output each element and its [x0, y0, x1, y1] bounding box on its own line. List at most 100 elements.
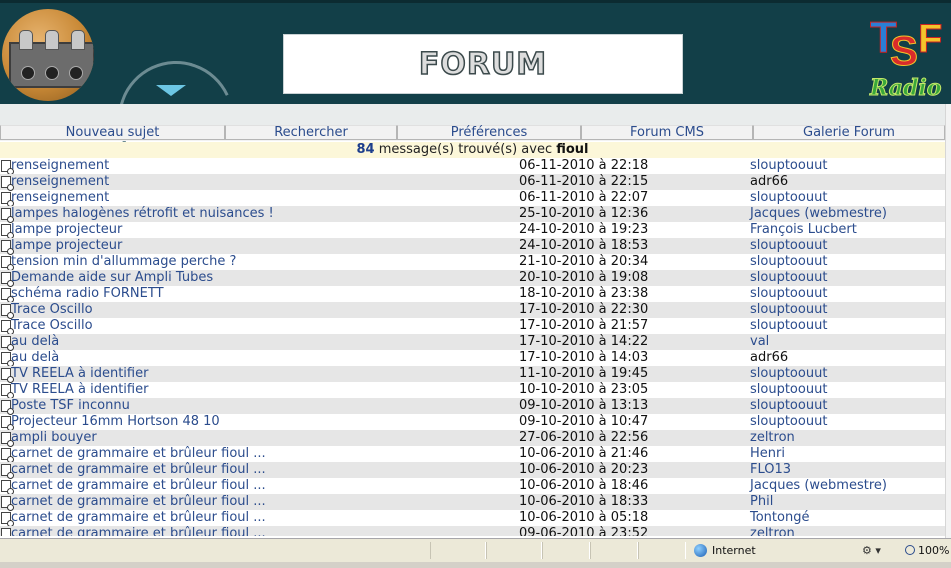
- topic-search-icon[interactable]: [1, 224, 14, 239]
- nav-forum-cms[interactable]: Forum CMS: [581, 125, 753, 140]
- table-row[interactable]: lampe projecteur 24-10-2010 à 18:53 sloupt…: [0, 238, 945, 255]
- post-author[interactable]: Henri: [750, 446, 785, 462]
- topic-search-icon[interactable]: [1, 240, 14, 255]
- topic-subject-link[interactable]: tension min d'allummage perche ?: [11, 254, 236, 270]
- topic-subject-link[interactable]: lampes halogènes rétrofit et nuisances !: [11, 206, 274, 222]
- table-row[interactable]: carnet de grammaire et brûleur fioul ...…: [0, 526, 945, 536]
- topic-search-icon[interactable]: [1, 208, 14, 223]
- post-author[interactable]: slouptoouut: [750, 318, 827, 334]
- topic-subject-link[interactable]: au delà: [11, 350, 59, 366]
- topic-search-icon[interactable]: [1, 384, 14, 399]
- topic-subject-link[interactable]: Demande aide sur Ampli Tubes: [11, 270, 213, 286]
- zoom-control[interactable]: 100%: [905, 542, 951, 559]
- topic-search-icon[interactable]: [1, 496, 14, 511]
- post-author[interactable]: slouptoouut: [750, 190, 827, 206]
- topic-search-icon[interactable]: [1, 400, 14, 415]
- table-row[interactable]: Trace Oscillo 17-10-2010 à 21:57 slouptoou…: [0, 318, 945, 335]
- table-row[interactable]: renseignement 06-11-2010 à 22:15 adr66: [0, 174, 945, 191]
- post-author[interactable]: zeltron: [750, 430, 795, 446]
- table-row[interactable]: TV REELA à identifier 10-10-2010 à 23:05 s…: [0, 382, 945, 399]
- topic-search-icon[interactable]: [1, 160, 14, 175]
- topic-search-icon[interactable]: [1, 192, 14, 207]
- nav-search[interactable]: Rechercher: [225, 125, 397, 140]
- table-row[interactable]: TV REELA à identifier 11-10-2010 à 19:45 s…: [0, 366, 945, 383]
- topic-subject-link[interactable]: Poste TSF inconnu: [11, 398, 130, 414]
- table-row[interactable]: carnet de grammaire et brûleur fioul ...…: [0, 494, 945, 511]
- table-row[interactable]: au delà 17-10-2010 à 14:03 adr66: [0, 350, 945, 367]
- dropdown-arrow-icon[interactable]: [156, 85, 186, 96]
- topic-search-icon[interactable]: [1, 336, 14, 351]
- post-author[interactable]: slouptoouut: [750, 366, 827, 382]
- table-row[interactable]: schéma radio FORNETT 18-10-2010 à 23:38 sl…: [0, 286, 945, 303]
- topic-subject-link[interactable]: lampe projecteur: [11, 238, 122, 254]
- topic-subject-link[interactable]: renseignement: [11, 158, 109, 174]
- topic-subject-link[interactable]: TV REELA à identifier: [11, 382, 148, 398]
- topic-search-icon[interactable]: [1, 256, 14, 271]
- table-row[interactable]: Demande aide sur Ampli Tubes 20-10-2010 à…: [0, 270, 945, 287]
- table-row[interactable]: carnet de grammaire et brûleur fioul ...…: [0, 446, 945, 463]
- topic-subject-link[interactable]: carnet de grammaire et brûleur fioul ...: [11, 446, 266, 462]
- table-row[interactable]: lampes halogènes rétrofit et nuisances !…: [0, 206, 945, 223]
- topic-search-icon[interactable]: [1, 320, 14, 335]
- topic-search-icon[interactable]: [1, 304, 14, 319]
- topic-subject-link[interactable]: Projecteur 16mm Hortson 48 10: [11, 414, 220, 430]
- topic-search-icon[interactable]: [1, 176, 14, 191]
- post-author[interactable]: slouptoouut: [750, 270, 827, 286]
- nav-forum-gallery[interactable]: Galerie Forum: [753, 125, 945, 140]
- post-author[interactable]: zeltron: [750, 526, 795, 536]
- topic-search-icon[interactable]: [1, 528, 11, 536]
- topic-subject-link[interactable]: carnet de grammaire et brûleur fioul ...: [11, 462, 266, 478]
- post-author[interactable]: FLO13: [750, 462, 791, 478]
- topic-search-icon[interactable]: [1, 272, 14, 287]
- post-author[interactable]: François Lucbert: [750, 222, 857, 238]
- post-author[interactable]: Tontongé: [750, 510, 809, 526]
- site-logo-radio[interactable]: [2, 9, 94, 101]
- post-author[interactable]: slouptoouut: [750, 414, 827, 430]
- table-row[interactable]: tension min d'allummage perche ? 21-10-20…: [0, 254, 945, 271]
- post-author[interactable]: Phil: [750, 494, 773, 510]
- topic-subject-link[interactable]: carnet de grammaire et brûleur fioul ...: [11, 478, 266, 494]
- topic-subject-link[interactable]: carnet de grammaire et brûleur fioul ...: [11, 526, 266, 536]
- post-author[interactable]: val: [750, 334, 769, 350]
- topic-search-icon[interactable]: [1, 288, 14, 303]
- topic-subject-link[interactable]: Trace Oscillo: [11, 302, 93, 318]
- topic-subject-link[interactable]: lampe projecteur: [11, 222, 122, 238]
- table-row[interactable]: carnet de grammaire et brûleur fioul ...…: [0, 478, 945, 495]
- post-author[interactable]: Jacques (webmestre): [750, 478, 887, 494]
- topic-search-icon[interactable]: [1, 432, 14, 447]
- table-row[interactable]: ampli bouyer 27-06-2010 à 22:56 zeltron: [0, 430, 945, 447]
- post-author[interactable]: slouptoouut: [750, 382, 827, 398]
- table-row[interactable]: lampe projecteur 24-10-2010 à 19:23 Franço…: [0, 222, 945, 239]
- topic-subject-link[interactable]: schéma radio FORNETT: [11, 286, 164, 302]
- table-row[interactable]: au delà 17-10-2010 à 14:22 val: [0, 334, 945, 351]
- table-row[interactable]: Poste TSF inconnu 09-10-2010 à 13:13 sloup…: [0, 398, 945, 415]
- topic-subject-link[interactable]: carnet de grammaire et brûleur fioul ...: [11, 510, 266, 526]
- table-row[interactable]: carnet de grammaire et brûleur fioul ...…: [0, 510, 945, 527]
- topic-subject-link[interactable]: ampli bouyer: [11, 430, 97, 446]
- post-author[interactable]: slouptoouut: [750, 158, 827, 174]
- topic-subject-link[interactable]: carnet de grammaire et brûleur fioul ...: [11, 494, 266, 510]
- security-zone[interactable]: Internet: [689, 542, 859, 559]
- table-row[interactable]: Projecteur 16mm Hortson 48 10 09-10-2010 …: [0, 414, 945, 431]
- post-author[interactable]: Jacques (webmestre): [750, 206, 887, 222]
- topic-subject-link[interactable]: renseignement: [11, 190, 109, 206]
- nav-preferences[interactable]: Préférences: [397, 125, 581, 140]
- topic-search-icon[interactable]: [1, 416, 14, 431]
- post-author[interactable]: slouptoouut: [750, 254, 827, 270]
- security-icon[interactable]: ⚙ ▾: [862, 542, 900, 559]
- topic-subject-link[interactable]: au delà: [11, 334, 59, 350]
- table-row[interactable]: renseignement 06-11-2010 à 22:18 slouptoou…: [0, 158, 945, 175]
- table-row[interactable]: renseignement 06-11-2010 à 22:07 slouptoou…: [0, 190, 945, 207]
- post-author[interactable]: slouptoouut: [750, 398, 827, 414]
- topic-search-icon[interactable]: [1, 512, 14, 527]
- topic-search-icon[interactable]: [1, 352, 14, 367]
- post-author[interactable]: slouptoouut: [750, 302, 827, 318]
- nav-new-topic[interactable]: Nouveau sujet: [0, 125, 225, 140]
- post-author[interactable]: slouptoouut: [750, 286, 827, 302]
- tsf-radio-logo[interactable]: T S F Radio: [868, 13, 951, 103]
- topic-subject-link[interactable]: renseignement: [11, 174, 109, 190]
- topic-search-icon[interactable]: [1, 480, 14, 495]
- topic-subject-link[interactable]: Trace Oscillo: [11, 318, 93, 334]
- table-row[interactable]: carnet de grammaire et brûleur fioul ...…: [0, 462, 945, 479]
- table-row[interactable]: Trace Oscillo 17-10-2010 à 22:30 slouptoou…: [0, 302, 945, 319]
